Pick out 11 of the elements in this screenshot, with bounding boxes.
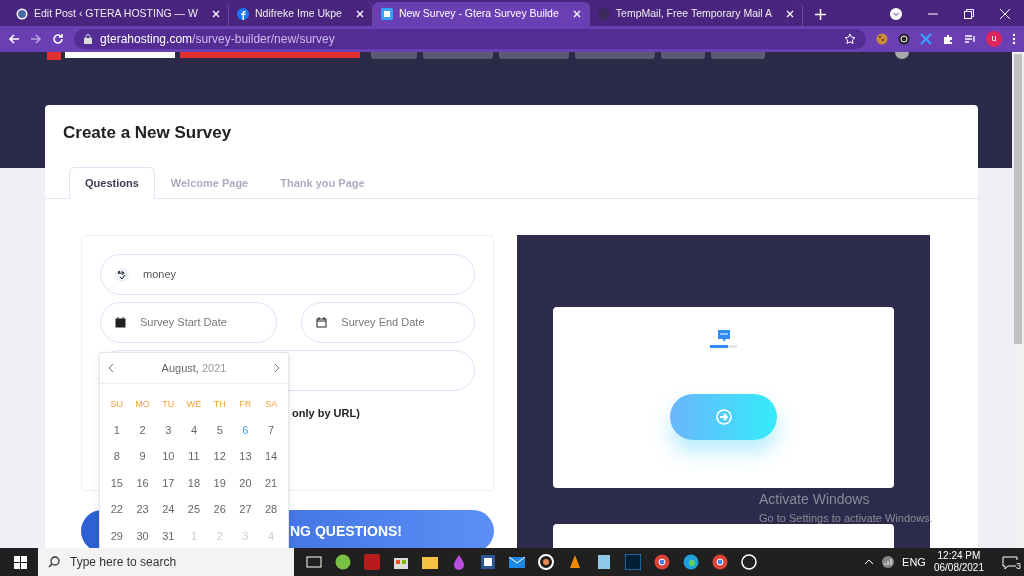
weekday-label: SA (264, 398, 279, 411)
activation-title: Activate Windows (759, 490, 871, 509)
url-text: gterahosting.com/survey-builder/new/survey (100, 31, 335, 48)
weekday-label: WE (185, 398, 203, 411)
weekday-label: FR (238, 398, 253, 411)
weekday-label: TH (212, 398, 227, 411)
weekday-label: SU (109, 398, 125, 411)
page-title: Create a New Survey (62, 122, 233, 144)
weekday-label: TU (161, 398, 176, 411)
option-label: only by URL) (292, 406, 361, 421)
weekday-label: MO (134, 398, 151, 411)
